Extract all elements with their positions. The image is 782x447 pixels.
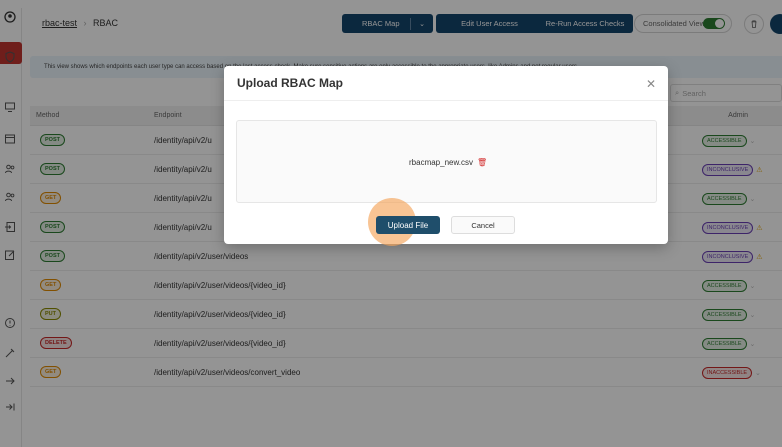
close-icon[interactable]: ✕ [646,77,656,91]
upload-rbac-modal: Upload RBAC Map ✕ rbacmap_new.csv 🗑 Uplo… [224,66,668,246]
cancel-button[interactable]: Cancel [451,216,515,234]
upload-file-button[interactable]: Upload File [376,216,440,234]
remove-file-icon[interactable]: 🗑 [477,158,487,167]
file-name: rbacmap_new.csv [409,158,474,167]
modal-divider [224,100,668,101]
file-chip: rbacmap_new.csv 🗑 [409,158,487,167]
file-dropzone[interactable]: rbacmap_new.csv 🗑 [236,120,657,203]
modal-title: Upload RBAC Map [237,76,343,90]
